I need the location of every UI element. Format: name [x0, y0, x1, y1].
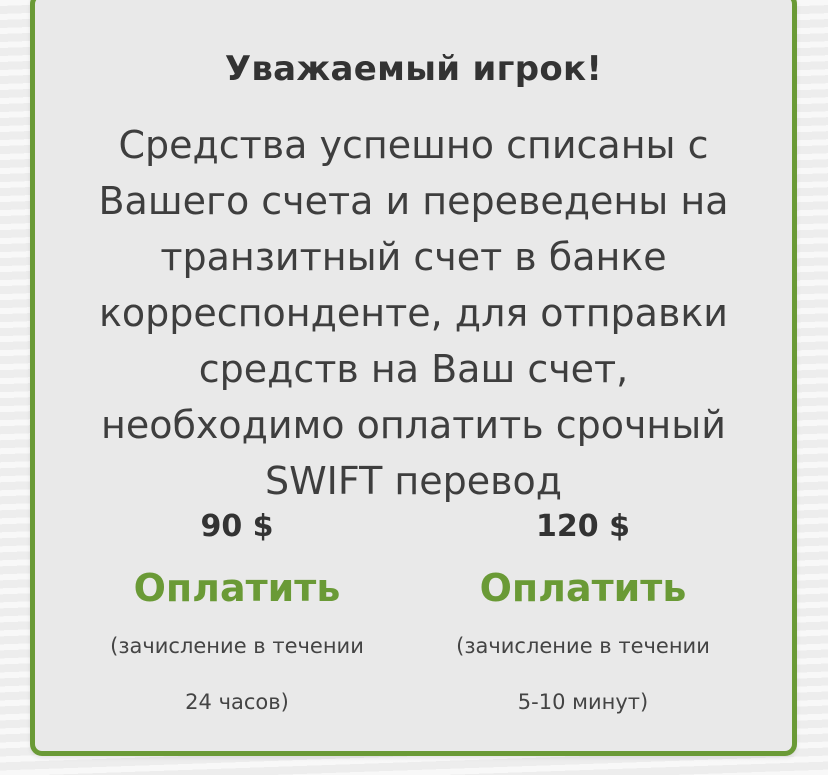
pay-button[interactable]: Оплатить: [480, 562, 687, 614]
option-note-line1: (зачисление в течении: [456, 634, 710, 658]
payment-notice-card: Уважаемый игрок! Средства успешно списан…: [30, 0, 797, 756]
option-note-line1: (зачисление в течении: [110, 634, 364, 658]
option-note: (зачисление в течении 5-10 минут): [413, 618, 753, 730]
option-price: 120 $: [536, 509, 630, 544]
pay-button[interactable]: Оплатить: [134, 562, 341, 614]
card-title: Уважаемый игрок!: [224, 49, 603, 89]
payment-option-standard: 90 $ Оплатить (зачисление в течении 24 ч…: [67, 502, 407, 730]
payment-option-express: 120 $ Оплатить (зачисление в течении 5-1…: [413, 502, 753, 730]
option-note: (зачисление в течении 24 часов): [67, 618, 407, 730]
card-message: Средства успешно списаны с Вашего счета …: [98, 123, 729, 503]
option-price: 90 $: [200, 509, 274, 544]
option-note-line2: 5-10 минут): [517, 690, 649, 714]
option-note-line2: 24 часов): [185, 690, 289, 714]
